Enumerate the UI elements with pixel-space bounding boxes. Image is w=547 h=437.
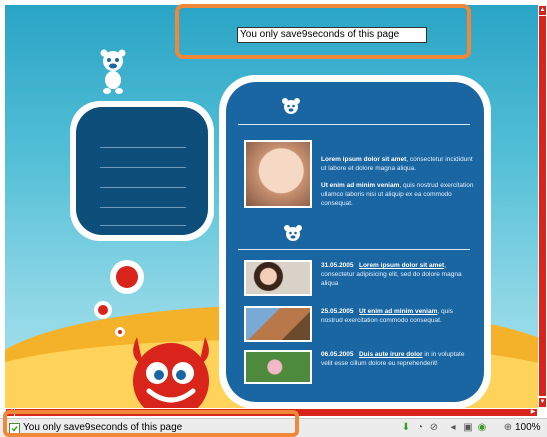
news-link[interactable]: Duis aute irure dolor	[359, 351, 423, 358]
compass-icon[interactable]: ⊘	[428, 422, 440, 434]
page-viewport: You only save9seconds of this page Lorem…	[5, 5, 538, 408]
left-menu-divider	[100, 207, 186, 208]
mascot-bear-icon	[100, 49, 126, 94]
thought-bubble-large-fill	[116, 266, 138, 288]
window-icon[interactable]: ▣	[462, 422, 474, 434]
highlight-box-top	[175, 4, 471, 59]
content-panel: Lorem ipsum dolor sit amet, consectetur …	[219, 75, 491, 408]
vertical-scroll-thumb[interactable]	[539, 16, 546, 396]
speaker-icon[interactable]: ◂	[447, 422, 459, 434]
feature-paragraph-1-bold: Lorem ipsum dolor sit amet	[321, 156, 407, 163]
left-menu-divider	[100, 187, 186, 188]
thought-bubble-medium	[94, 301, 112, 319]
feature-paragraph-2-bold: Ut enim ad minim veniam	[321, 182, 400, 189]
news-photo-1	[244, 260, 312, 296]
bear-logo-icon	[284, 225, 302, 241]
devil-mascot-icon	[133, 337, 209, 408]
content-panel-inner: Lorem ipsum dolor sit amet, consectetur …	[226, 82, 484, 402]
zoom-level[interactable]: 100%	[515, 422, 541, 433]
left-menu-divider	[100, 225, 186, 226]
section-divider	[238, 124, 470, 125]
news-link[interactable]: Ut enim ad minim veniam	[359, 308, 437, 315]
news-photo-3	[244, 350, 312, 384]
feature-paragraph-2: Ut enim ad minim veniam, quis nostrud ex…	[321, 181, 476, 208]
section-divider	[238, 249, 470, 250]
scroll-down-arrow-icon[interactable]: ▼	[539, 398, 546, 407]
security-icon[interactable]: ◉	[476, 422, 488, 434]
vertical-scrollbar[interactable]: ▲ ▼	[538, 5, 547, 408]
download-arrow-icon[interactable]: ⬇	[400, 422, 412, 434]
news-item-1: 31.05.2005 Lorem ipsum dolor sit amet, c…	[321, 261, 471, 288]
news-date: 25.05.2005	[321, 308, 354, 315]
left-menu-panel	[70, 101, 214, 241]
thought-bubble-small-fill	[118, 330, 122, 334]
scroll-right-arrow-icon[interactable]: ▶	[529, 409, 537, 416]
news-item-2: 25.05.2005 Ut enim ad minim veniam, quis…	[321, 307, 471, 325]
left-menu-divider	[100, 147, 186, 148]
feature-photo-woman	[244, 140, 312, 208]
zoom-icon[interactable]: ⊕	[502, 422, 514, 434]
news-photo-2	[244, 306, 312, 342]
feature-paragraph-1: Lorem ipsum dolor sit amet, consectetur …	[321, 155, 476, 173]
scroll-up-arrow-icon[interactable]: ▲	[539, 6, 546, 15]
left-menu-inner	[76, 107, 208, 235]
bear-logo-icon	[282, 98, 300, 114]
thought-bubble-medium-fill	[98, 305, 108, 315]
news-link[interactable]: Lorem ipsum dolor sit amet	[359, 262, 444, 269]
news-item-3: 06.05.2005 Duis aute irure dolor in in v…	[321, 350, 471, 368]
network-icon[interactable]: ◔	[414, 422, 426, 434]
highlight-box-status	[3, 410, 299, 437]
left-menu-divider	[100, 167, 186, 168]
news-date: 31.05.2005	[321, 262, 354, 269]
thought-bubble-large	[110, 260, 144, 294]
news-date: 06.05.2005	[321, 351, 354, 358]
